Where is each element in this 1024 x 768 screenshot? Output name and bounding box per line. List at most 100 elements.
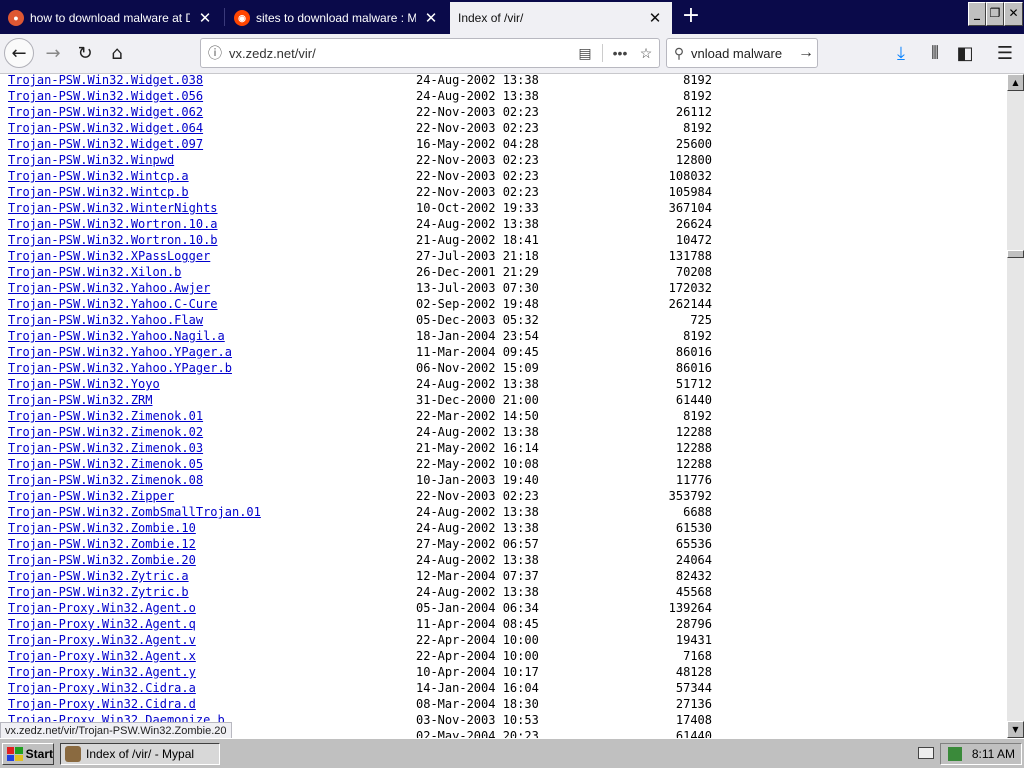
close-tab-icon[interactable]: ✕ [646, 9, 664, 27]
reader-view-icon[interactable]: ▤ [572, 45, 598, 62]
scroll-up-icon[interactable]: ▲ [1007, 74, 1024, 91]
file-link[interactable]: Trojan-PSW.Win32.Zombie.20 [8, 552, 196, 568]
file-link[interactable]: Trojan-Proxy.Win32.Agent.y [8, 664, 196, 680]
back-icon[interactable]: ← [4, 38, 34, 68]
file-date: 13-Jul-2003 07:30 [416, 281, 539, 295]
minimize-icon[interactable]: _ [968, 2, 986, 26]
vertical-scrollbar[interactable]: ▲ ▼ [1007, 74, 1024, 738]
file-link[interactable]: Trojan-PSW.Win32.Widget.097 [8, 136, 203, 152]
file-date: 24-Aug-2002 13:38 [416, 89, 539, 103]
file-size: 86016 [675, 361, 712, 375]
url-text[interactable]: vx.zedz.net/vir/ [229, 46, 572, 61]
file-link[interactable]: Trojan-PSW.Win32.Zimenok.02 [8, 424, 203, 440]
file-link[interactable]: Trojan-PSW.Win32.Zombie.12 [8, 536, 196, 552]
address-bar[interactable]: ⓘ vx.zedz.net/vir/ ▤ ••• ☆ [200, 38, 660, 68]
file-size: 61530 [675, 521, 712, 535]
file-size: 8192 [683, 329, 712, 343]
file-link[interactable]: Trojan-PSW.Win32.ZRM [8, 392, 153, 408]
file-size: 139264 [668, 601, 712, 615]
page-actions-icon[interactable]: ••• [607, 45, 633, 61]
file-link[interactable]: Trojan-Proxy.Win32.Agent.o [8, 600, 196, 616]
file-link[interactable]: Trojan-PSW.Win32.Zytric.a [8, 568, 189, 584]
file-link[interactable]: Trojan-Proxy.Win32.Agent.x [8, 648, 196, 664]
home-icon[interactable]: ⌂ [102, 38, 132, 68]
search-go-icon[interactable]: → [795, 44, 817, 62]
file-link[interactable]: Trojan-PSW.Win32.Zipper [8, 488, 174, 504]
start-button[interactable]: Start [2, 743, 54, 765]
tab-index-vir[interactable]: Index of /vir/ ✕ [450, 2, 672, 34]
file-link[interactable]: Trojan-PSW.Win32.Zytric.b [8, 584, 189, 600]
library-icon[interactable]: ⫴ [920, 38, 950, 68]
file-size: 108032 [668, 169, 712, 183]
file-size: 367104 [668, 201, 712, 215]
file-link[interactable]: Trojan-PSW.Win32.Yahoo.Awjer [8, 280, 210, 296]
file-link[interactable]: Trojan-PSW.Win32.Wortron.10.b [8, 232, 218, 248]
file-link[interactable]: Trojan-PSW.Win32.Widget.056 [8, 88, 203, 104]
tab-title: Index of /vir/ [458, 11, 524, 25]
file-link[interactable]: Trojan-PSW.Win32.Widget.038 [8, 74, 203, 88]
keyboard-icon[interactable] [918, 747, 934, 759]
file-link[interactable]: Trojan-PSW.Win32.Widget.064 [8, 120, 203, 136]
file-size: 6688 [683, 505, 712, 519]
close-tab-icon[interactable]: ✕ [196, 9, 214, 27]
file-link[interactable]: Trojan-Proxy.Win32.Agent.v [8, 632, 196, 648]
file-link[interactable]: Trojan-PSW.Win32.Yahoo.Nagil.a [8, 328, 225, 344]
file-link[interactable]: Trojan-PSW.Win32.Yahoo.C-Cure [8, 296, 218, 312]
sidebar-icon[interactable]: ◧ [950, 38, 980, 68]
file-link[interactable]: Trojan-Proxy.Win32.Cidra.a [8, 680, 196, 696]
search-bar[interactable]: ⚲ vnload malware → [666, 38, 818, 68]
new-tab-icon[interactable]: + [678, 4, 704, 30]
file-link[interactable]: Trojan-PSW.Win32.Zombie.10 [8, 520, 196, 536]
file-size: 105984 [668, 185, 712, 199]
file-size: 12800 [675, 153, 712, 167]
file-link[interactable]: Trojan-PSW.Win32.Yahoo.YPager.b [8, 360, 232, 376]
close-window-icon[interactable]: ✕ [1004, 2, 1023, 26]
file-link[interactable]: Trojan-PSW.Win32.WinterNights [8, 200, 218, 216]
file-link[interactable]: Trojan-PSW.Win32.Xilon.b [8, 264, 181, 280]
file-date: 02-Sep-2002 19:48 [416, 297, 539, 311]
file-link[interactable]: Trojan-Proxy.Win32.Agent.q [8, 616, 196, 632]
taskbar-item-mypal[interactable]: Index of /vir/ - Mypal [60, 743, 220, 765]
file-link[interactable]: Trojan-Proxy.Win32.Cidra.d [8, 696, 196, 712]
file-date: 22-Nov-2003 02:23 [416, 489, 539, 503]
file-date: 26-Dec-2001 21:29 [416, 265, 539, 279]
forward-icon[interactable]: → [38, 38, 68, 68]
menu-icon[interactable]: ☰ [990, 38, 1020, 68]
file-date: 21-Aug-2002 18:41 [416, 233, 539, 247]
bookmark-star-icon[interactable]: ☆ [633, 45, 659, 62]
tab-reddit[interactable]: ◉ sites to download malware : Malw ✕ [226, 2, 448, 34]
file-link[interactable]: Trojan-PSW.Win32.Wintcp.a [8, 168, 189, 184]
file-link[interactable]: Trojan-PSW.Win32.Yoyo [8, 376, 160, 392]
file-size: 45568 [675, 585, 712, 599]
file-link[interactable]: Trojan-PSW.Win32.Zimenok.03 [8, 440, 203, 456]
tab-duckduckgo[interactable]: ● how to download malware at Duck ✕ [0, 2, 222, 34]
scrollbar-thumb[interactable] [1007, 250, 1024, 258]
file-link[interactable]: Trojan-PSW.Win32.Wortron.10.a [8, 216, 218, 232]
close-tab-icon[interactable]: ✕ [422, 9, 440, 27]
file-link[interactable]: Trojan-PSW.Win32.XPassLogger [8, 248, 210, 264]
file-link[interactable]: Trojan-PSW.Win32.Yahoo.YPager.a [8, 344, 232, 360]
file-date: 14-Jan-2004 16:04 [416, 681, 539, 695]
site-info-icon[interactable]: ⓘ [201, 43, 229, 63]
file-size: 48128 [675, 665, 712, 679]
file-date: 10-Oct-2002 19:33 [416, 201, 539, 215]
reload-icon[interactable]: ↻ [70, 38, 100, 68]
file-link[interactable]: Trojan-PSW.Win32.Zimenok.01 [8, 408, 203, 424]
file-link[interactable]: Trojan-PSW.Win32.Yahoo.Flaw [8, 312, 203, 328]
network-icon[interactable] [947, 747, 962, 761]
restore-icon[interactable]: ❐ [986, 2, 1004, 26]
file-link[interactable]: Trojan-PSW.Win32.Winpwd [8, 152, 174, 168]
file-link[interactable]: Trojan-PSW.Win32.ZombSmallTrojan.01 [8, 504, 261, 520]
file-link[interactable]: Trojan-PSW.Win32.Zimenok.08 [8, 472, 203, 488]
file-link[interactable]: Trojan-PSW.Win32.Widget.062 [8, 104, 203, 120]
file-size: 27136 [675, 697, 712, 711]
file-link[interactable]: Trojan-PSW.Win32.Wintcp.b [8, 184, 189, 200]
scroll-down-icon[interactable]: ▼ [1007, 721, 1024, 738]
search-text[interactable]: vnload malware [691, 46, 795, 61]
file-link[interactable]: Trojan-PSW.Win32.Zimenok.05 [8, 456, 203, 472]
download-icon[interactable]: ⤓ [886, 38, 916, 68]
file-size: 8192 [683, 409, 712, 423]
file-date: 24-Aug-2002 13:38 [416, 505, 539, 519]
start-label: Start [25, 747, 53, 761]
file-date: 24-Aug-2002 13:38 [416, 585, 539, 599]
